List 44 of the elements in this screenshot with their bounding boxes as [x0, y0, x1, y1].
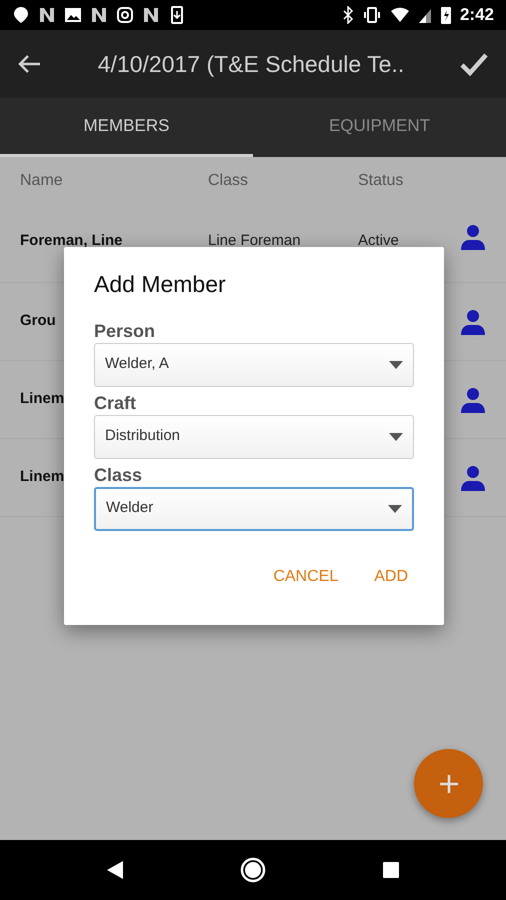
back-icon[interactable] — [106, 860, 124, 880]
field-label: Person — [94, 320, 156, 343]
save-button[interactable] — [460, 52, 488, 76]
home-icon[interactable] — [240, 857, 266, 883]
person-icon[interactable] — [460, 386, 486, 412]
table-cell-text: Line Foreman — [208, 231, 302, 251]
caret-icon — [389, 360, 403, 369]
image-icon — [64, 6, 82, 24]
column-header: Status — [358, 171, 404, 191]
tab[interactable]: EQUIPMENT — [253, 98, 506, 157]
n-logo-icon — [142, 6, 160, 24]
battery-icon — [440, 5, 452, 25]
dialog-title: Add Member — [94, 271, 227, 299]
table-cell: Foreman, Line — [20, 232, 123, 249]
person-icon[interactable] — [460, 224, 486, 250]
camera-icon — [116, 6, 134, 24]
column-header: Class — [208, 171, 250, 191]
person-icon[interactable] — [460, 464, 486, 490]
field-label: Craft — [94, 392, 138, 415]
dropdown-field[interactable]: Welder — [94, 486, 414, 531]
field-label: Class — [94, 464, 144, 487]
dropdown-field[interactable]: Welder, A — [94, 342, 414, 387]
column-header: Name — [20, 171, 64, 191]
wifi-icon — [390, 6, 410, 24]
plus-icon — [438, 774, 458, 794]
back-arrow-icon — [18, 54, 42, 74]
vibrate-icon — [362, 6, 382, 24]
table-cell: Linem — [20, 390, 64, 408]
table-cell: Linem — [20, 468, 64, 486]
n-logo-icon — [38, 6, 56, 24]
clock-time: 2:42 — [460, 4, 494, 26]
bluetooth-icon — [342, 6, 354, 24]
n-logo-icon — [90, 6, 108, 24]
caret-icon — [388, 504, 402, 513]
tab[interactable]: MEMBERS — [0, 98, 253, 157]
dropdown-field[interactable]: Distribution — [94, 414, 414, 459]
recents-icon[interactable] — [382, 861, 400, 879]
screen-title: 4/10/2017 (T&E Schedule Te.. — [96, 50, 406, 79]
table-cell: Grou — [20, 312, 56, 330]
checkmark-icon — [460, 52, 488, 76]
table-cell-text: Active — [358, 231, 400, 251]
person-icon[interactable] — [460, 308, 486, 334]
caret-icon — [389, 432, 403, 441]
download-icon — [168, 6, 186, 24]
